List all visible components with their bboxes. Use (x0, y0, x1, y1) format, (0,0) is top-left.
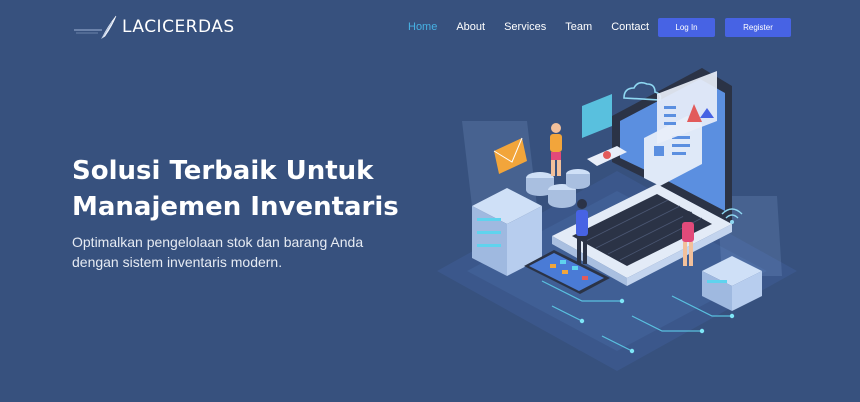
nav-link-contact[interactable]: Contact (611, 18, 649, 36)
brand[interactable]: LACICERDAS (72, 14, 235, 40)
nav-link-home[interactable]: Home (408, 18, 437, 36)
hero-subtitle-line-1: Optimalkan pengelolaan stok dan barang A… (72, 234, 364, 250)
hero-subtitle: Optimalkan pengelolaan stok dan barang A… (72, 232, 432, 272)
login-button[interactable]: Log In (658, 18, 715, 37)
nav-link-services[interactable]: Services (504, 18, 546, 36)
quill-pen-logo-icon (74, 15, 117, 39)
inventory-technology-illustration-icon (437, 68, 797, 371)
navbar: LACICERDAS Home About Services Team Cont… (0, 0, 860, 56)
hero-title: Solusi Terbaik Untuk Manajemen Inventari… (72, 153, 432, 225)
nav-link-team[interactable]: Team (565, 18, 592, 36)
brand-name: LACICERDAS (122, 17, 235, 37)
hero-title-line-2: Manajemen Inventaris (72, 192, 399, 222)
hero-title-line-1: Solusi Terbaik Untuk (72, 156, 374, 186)
hero-subtitle-line-2: dengan sistem inventaris modern. (72, 254, 283, 270)
nav-link-about[interactable]: About (456, 18, 485, 36)
nav-menu: Home About Services Team Contact (408, 18, 668, 36)
register-button[interactable]: Register (725, 18, 791, 37)
